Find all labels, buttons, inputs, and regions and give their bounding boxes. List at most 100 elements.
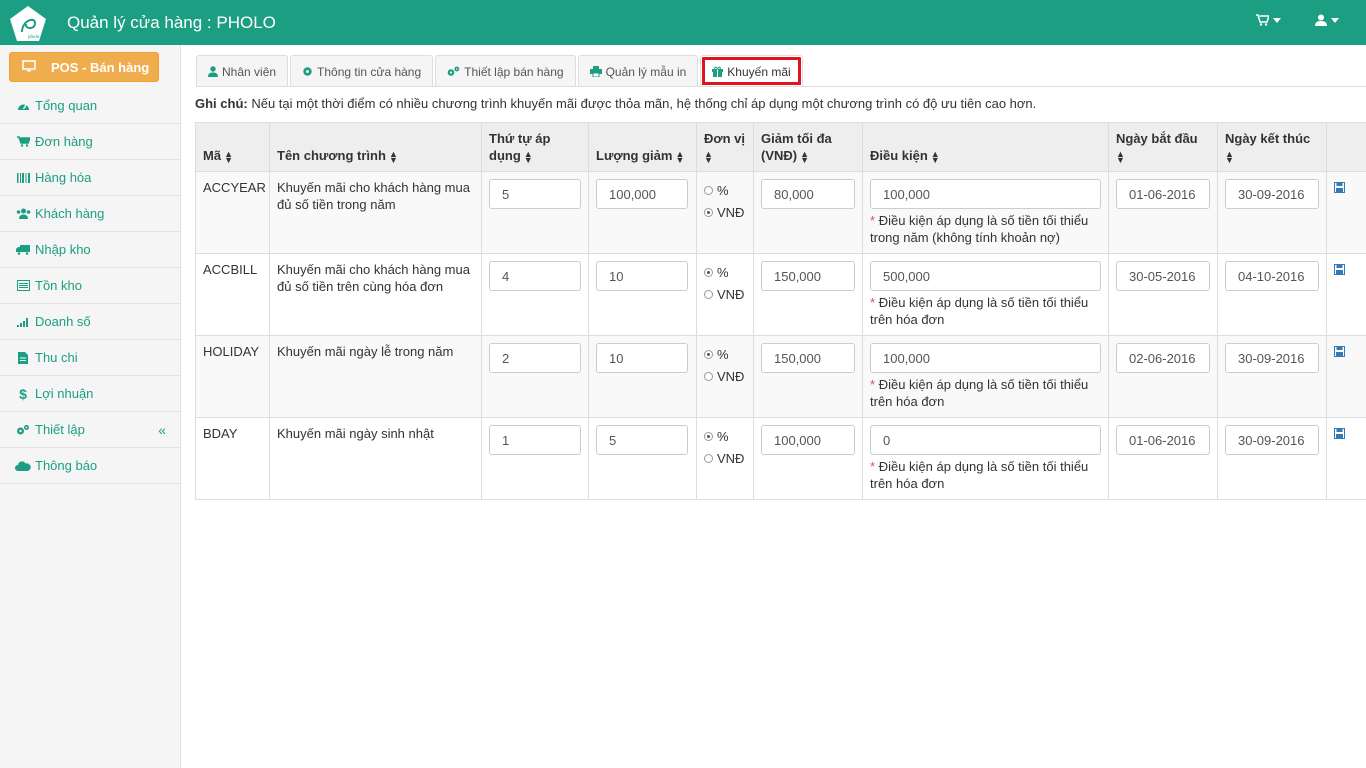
unit-percent-option[interactable]: % [704,343,746,365]
sidebar-item-label: Thông báo [35,458,98,473]
start-date-input[interactable] [1116,261,1210,291]
cell-code: HOLIDAY [195,335,270,418]
radio-button[interactable] [704,185,713,195]
cart-menu-button[interactable] [1256,14,1281,26]
radio-button-selected[interactable] [704,207,713,217]
tab-thong-tin-cua-hang[interactable]: Thông tin cửa hàng [290,55,434,87]
pholo-logo[interactable]: pholo [8,4,48,44]
radio-button-selected[interactable] [704,267,713,277]
tab-khuyen-mai[interactable]: Khuyến mãi [700,55,803,87]
save-icon[interactable] [1334,182,1345,193]
unit-percent-option[interactable]: % [704,179,746,201]
sort-icon: ▲ ▼ [704,148,713,165]
collapse-chevron-icon[interactable]: « [158,422,166,438]
sidebar-item-label: Doanh số [35,314,91,329]
sidebar-item-thu-chi[interactable]: Thu chi [0,340,180,376]
user-menu-button[interactable] [1315,14,1339,26]
pos-button[interactable]: POS - Bán hàng [9,52,159,82]
sidebar-item-doanh-so[interactable]: Doanh số [0,304,180,340]
unit-vnd-option[interactable]: VNĐ [704,447,746,469]
sidebar-item-hang-hoa[interactable]: Hàng hóa [0,160,180,196]
tab-thiet-lap-ban-hang[interactable]: Thiết lập bán hàng [435,55,576,87]
tab-label: Khuyến mãi [727,64,791,79]
max-discount-input[interactable] [761,179,855,209]
condition-input[interactable] [870,179,1101,209]
sidebar-item-tong-quan[interactable]: Tổng quan [0,88,180,124]
max-discount-input[interactable] [761,261,855,291]
tab-label: Thông tin cửa hàng [317,64,422,79]
tab-divider [196,86,1366,87]
sort-icon: ▲ ▼ [930,148,940,165]
dollar-icon: $ [19,385,27,402]
sidebar-item-label: Tổng quan [35,98,98,113]
amount-input[interactable] [596,343,688,373]
priority-input[interactable] [489,261,581,291]
end-date-input[interactable] [1225,425,1319,455]
condition-hint: * Điều kiện áp dụng là số tiền tối thiểu… [870,377,1089,409]
unit-vnd-option[interactable]: VNĐ [704,365,746,387]
radio-button[interactable] [704,289,713,299]
condition-input[interactable] [870,343,1101,373]
sidebar-item-nhap-kho[interactable]: Nhập kho [0,232,180,268]
radio-button[interactable] [704,371,713,381]
sidebar-nav: Tổng quan Đơn hàng Hàng hóa Khách hàng N… [0,88,180,484]
sidebar-item-thong-bao[interactable]: Thông báo [0,448,180,484]
chevron-down-icon [1331,17,1339,23]
cart-icon [15,136,31,147]
end-date-input[interactable] [1225,343,1319,373]
header-name[interactable]: Tên chương trình ▲ ▼ [269,122,482,172]
start-date-input[interactable] [1116,179,1210,209]
cell-name: Khuyến mãi ngày lễ trong năm [269,335,482,418]
user-icon [208,66,218,77]
max-discount-input[interactable] [761,425,855,455]
unit-vnd-option[interactable]: VNĐ [704,283,746,305]
header-amount[interactable]: Lượng giảm ▲ ▼ [588,122,697,172]
header-end[interactable]: Ngày kết thúc ▲ ▼ [1217,122,1327,172]
header-unit[interactable]: Đơn vị ▲ ▼ [696,122,754,172]
svg-text:pholo: pholo [28,35,40,40]
end-date-input[interactable] [1225,261,1319,291]
sort-icon: ▲ ▼ [523,148,533,165]
radio-button-selected[interactable] [704,431,713,441]
tab-nhan-vien[interactable]: Nhân viên [196,55,289,87]
priority-input[interactable] [489,343,581,373]
save-icon[interactable] [1334,264,1345,275]
header-priority[interactable]: Thứ tự áp dụng ▲ ▼ [481,122,589,172]
table-row: HOLIDAY Khuyến mãi ngày lễ trong năm % V… [195,335,1366,418]
amount-input[interactable] [596,425,688,455]
sidebar-item-khach-hang[interactable]: Khách hàng [0,196,180,232]
sidebar-item-don-hang[interactable]: Đơn hàng [0,124,180,160]
header-max[interactable]: Giảm tối đa (VNĐ) ▲ ▼ [753,122,863,172]
radio-button-selected[interactable] [704,349,713,359]
sort-icon: ▲ ▼ [1116,148,1125,165]
sidebar-item-ton-kho[interactable]: Tồn kho [0,268,180,304]
max-discount-input[interactable] [761,343,855,373]
start-date-input[interactable] [1116,343,1210,373]
unit-vnd-option[interactable]: VNĐ [704,201,746,223]
radio-button[interactable] [704,453,713,463]
end-date-input[interactable] [1225,179,1319,209]
save-icon[interactable] [1334,346,1345,357]
condition-input[interactable] [870,261,1101,291]
header-code[interactable]: Mã ▲ ▼ [195,122,270,172]
priority-input[interactable] [489,425,581,455]
pos-button-label: POS - Bán hàng [51,59,150,75]
condition-hint: * Điều kiện áp dụng là số tiền tối thiểu… [870,459,1089,491]
header-start[interactable]: Ngày bắt đầu ▲ ▼ [1108,122,1218,172]
start-date-input[interactable] [1116,425,1210,455]
sidebar-item-thiet-lap[interactable]: Thiết lập « [0,412,180,448]
unit-percent-option[interactable]: % [704,425,746,447]
sidebar-item-label: Thiết lập [35,422,85,437]
unit-percent-option[interactable]: % [704,261,746,283]
save-icon[interactable] [1334,428,1345,439]
amount-input[interactable] [596,261,688,291]
cell-code: ACCYEAR [195,171,270,254]
priority-input[interactable] [489,179,581,209]
amount-input[interactable] [596,179,688,209]
sidebar-item-loi-nhuan[interactable]: $ Lợi nhuận [0,376,180,412]
note-text: Nếu tại một thời điểm có nhiều chương tr… [251,96,1037,111]
tab-quan-ly-mau-in[interactable]: Quản lý mẫu in [577,55,699,87]
condition-input[interactable] [870,425,1101,455]
header-condition[interactable]: Điều kiện ▲ ▼ [862,122,1109,172]
promotions-table: Mã ▲ ▼ Tên chương trình ▲ ▼ Thứ tự áp dụng ▲ ▼… [195,122,1366,500]
